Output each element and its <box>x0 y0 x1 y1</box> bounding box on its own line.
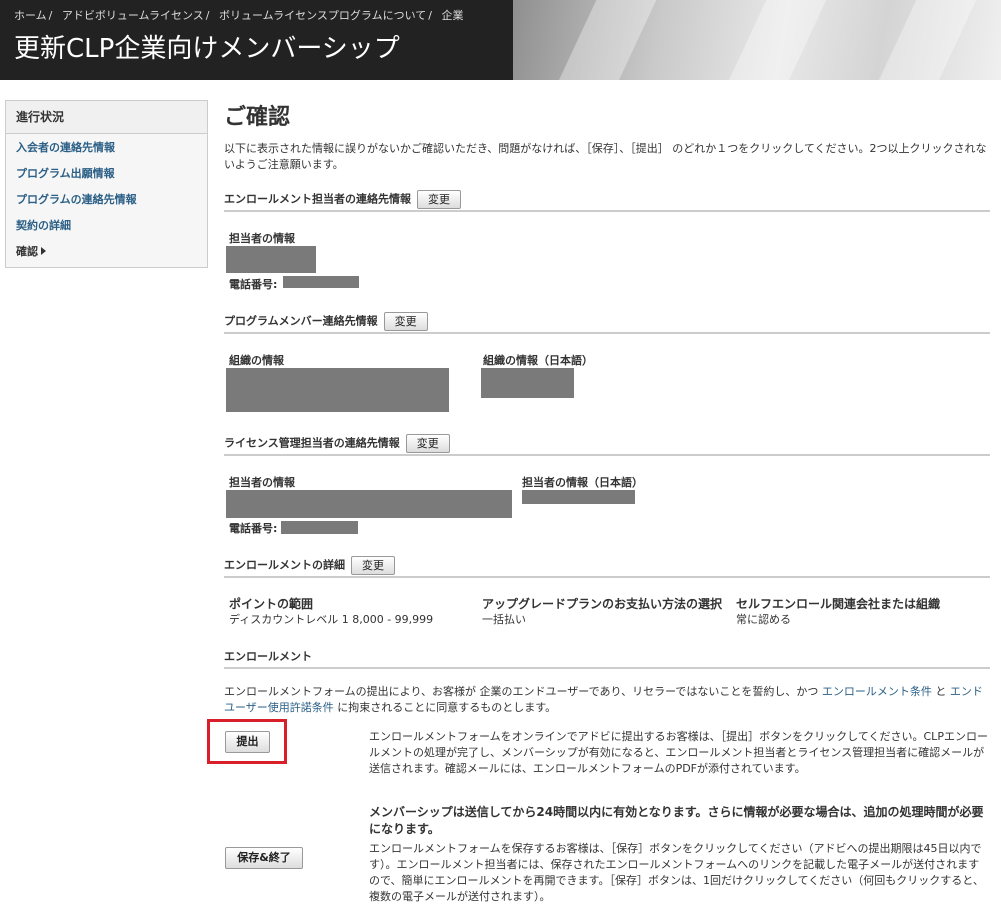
breadcrumb-separator: / <box>205 9 210 22</box>
affiliate-value: 常に認める <box>736 613 791 626</box>
terms-text-part: と <box>931 685 950 698</box>
org-info-ja-label: 組織の情報（日本語） <box>483 354 593 367</box>
intro-text: 以下に表示された情報に誤りがないかご確認いただき、問題がなければ、［保存］、［提… <box>224 142 987 171</box>
affiliate-label: セルフエンロール関連会社または組織 <box>736 597 941 611</box>
redacted-admin-contact <box>226 490 512 518</box>
section-heading-label: ライセンス管理担当者の連絡先情報 <box>224 436 400 450</box>
license-admin-phone-label: 電話番号: <box>229 522 278 535</box>
section-heading-label: プログラムメンバー連絡先情報 <box>224 314 378 328</box>
section-divider <box>224 454 990 456</box>
section-enrollment-heading: エンロールメント <box>224 650 312 663</box>
submit-button[interactable]: 提出 <box>225 731 270 753</box>
points-range-value: ディスカウントレベル 1 8,000 - 99,999 <box>229 613 434 626</box>
redacted-phone <box>283 276 359 288</box>
redacted-admin-phone <box>281 521 358 534</box>
breadcrumb-separator: / <box>48 9 53 22</box>
progress-sidebar: 進行状況 入会者の連絡先情報 プログラム出願情報 プログラムの連絡先情報 契約の… <box>5 100 208 268</box>
sidebar-item-enrollee-contact[interactable]: 入会者の連絡先情報 <box>6 135 207 161</box>
sidebar-item-confirm-label: 確認 <box>16 245 38 258</box>
points-range-label: ポイントの範囲 <box>229 597 314 611</box>
change-license-admin-button[interactable]: 変更 <box>405 434 450 453</box>
change-enrollment-details-button[interactable]: 変更 <box>351 556 395 575</box>
change-program-member-button[interactable]: 変更 <box>383 312 428 331</box>
terms-text-part: エンロールメントフォームの提出により、お客様が 企業のエンドユーザーであり、リセ… <box>224 685 822 698</box>
breadcrumb-volume-licensing[interactable]: アドビボリュームライセンス <box>62 9 204 22</box>
section-divider <box>224 332 990 334</box>
sidebar-item-confirm: 確認 <box>6 239 207 265</box>
change-enrollment-contact-button[interactable]: 変更 <box>417 190 461 209</box>
terms-text-part: に拘束されることに同意するものとします。 <box>333 701 557 714</box>
breadcrumb-separator: / <box>428 9 432 22</box>
redacted-admin-contact-ja <box>522 490 635 504</box>
sidebar-item-program-application[interactable]: プログラム出願情報 <box>6 161 207 187</box>
breadcrumb-current: 企業 <box>441 9 464 22</box>
activation-note: メンバーシップは送信してから24時間以内に有効となります。さらに情報が必要な場合… <box>369 805 984 836</box>
terms-text: エンロールメントフォームの提出により、お客様が 企業のエンドユーザーであり、リセ… <box>224 684 992 716</box>
sidebar-item-program-contact[interactable]: プログラムの連絡先情報 <box>6 187 207 213</box>
payment-method-label: アップグレードプランのお支払い方法の選択 <box>482 597 723 611</box>
section-enrollment-details-heading: エンロールメントの詳細 変更 <box>224 556 395 575</box>
sidebar-item-contract-details[interactable]: 契約の詳細 <box>6 213 207 239</box>
license-admin-contact-label: 担当者の情報 <box>229 476 295 489</box>
section-divider <box>224 576 990 578</box>
enrollment-phone-label: 電話番号: <box>229 278 278 291</box>
sidebar-heading: 進行状況 <box>6 101 207 134</box>
save-description: エンロールメントフォームを保存するお客様は、［保存］ボタンをクリックしてください… <box>369 842 984 903</box>
page-title: 更新CLP企業向けメンバーシップ <box>14 34 400 64</box>
redacted-org-info <box>226 368 449 412</box>
payment-method-value: 一括払い <box>482 613 526 626</box>
section-heading-label: エンロールメント担当者の連絡先情報 <box>224 192 411 206</box>
section-divider <box>224 210 990 212</box>
page-header: ホーム / アドビボリュームライセンス / ボリュームライセンスプログラムについて /… <box>0 0 1001 80</box>
save-and-exit-button[interactable]: 保存&終了 <box>225 847 303 869</box>
section-license-admin-heading: ライセンス管理担当者の連絡先情報 変更 <box>224 434 450 453</box>
enrollment-terms-link[interactable]: エンロールメント条件 <box>822 685 932 698</box>
current-step-arrow-icon <box>41 247 46 255</box>
enrollment-contact-label: 担当者の情報 <box>229 232 295 245</box>
license-admin-contact-ja-label: 担当者の情報（日本語） <box>522 476 643 489</box>
breadcrumb-about-programs[interactable]: ボリュームライセンスプログラムについて <box>219 9 426 22</box>
section-enrollment-contact-heading: エンロールメント担当者の連絡先情報 変更 <box>224 190 461 209</box>
submit-description: エンロールメントフォームをオンラインでアドビに提出するお客様は、［提出］ボタンを… <box>369 730 988 775</box>
section-heading-label: エンロールメントの詳細 <box>224 558 345 572</box>
section-divider <box>224 667 990 669</box>
redacted-org-info-ja <box>481 368 574 398</box>
confirm-title: ご確認 <box>224 105 291 130</box>
org-info-label: 組織の情報 <box>229 354 284 367</box>
header-banner-image <box>513 0 1001 80</box>
section-program-member-heading: プログラムメンバー連絡先情報 変更 <box>224 312 428 331</box>
breadcrumb-home[interactable]: ホーム <box>14 9 47 22</box>
redacted-contact-info <box>226 246 316 273</box>
breadcrumb: ホーム / アドビボリュームライセンス / ボリュームライセンスプログラムについて /… <box>14 7 463 23</box>
